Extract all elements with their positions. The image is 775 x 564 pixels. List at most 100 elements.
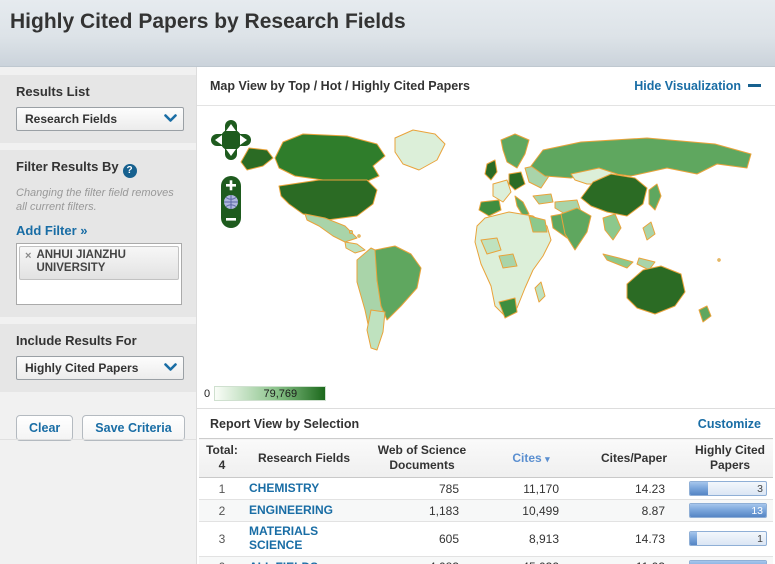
column-header-research-fields[interactable]: Research Fields <box>245 438 363 478</box>
table-row: 0 ALL FIELDS 4,083 45,032 11.03 38 <box>199 555 773 564</box>
add-filter-link[interactable]: Add Filter » <box>16 223 88 238</box>
sidebar-divider <box>0 439 196 440</box>
highly-cited-bar: 3 <box>689 481 767 496</box>
cites-value: 45,032 <box>481 555 581 564</box>
column-header-documents[interactable]: Web of Science Documents <box>363 438 481 478</box>
map-controls <box>211 120 251 228</box>
clear-button[interactable]: Clear <box>16 414 74 441</box>
map-region-canada[interactable] <box>274 133 386 185</box>
include-results-section: Include Results For Highly Cited Papers <box>0 323 196 392</box>
remove-filter-icon[interactable]: × <box>25 250 31 262</box>
map-island-dot <box>357 234 361 238</box>
documents-value: 605 <box>363 521 481 557</box>
highly-cited-value: 13 <box>751 505 763 517</box>
map-view-title: Map View by Top / Hot / Highly Cited Pap… <box>210 79 470 93</box>
map-region-central-america[interactable] <box>344 241 366 254</box>
highly-cited-value: 1 <box>757 533 763 546</box>
filter-label: Filter Results By? <box>16 159 186 178</box>
map-region-madagascar[interactable] <box>534 281 546 303</box>
map-region-usa[interactable] <box>278 179 378 221</box>
cites-value: 10,499 <box>481 499 581 522</box>
filter-chip[interactable]: × ANHUI JIANZHU UNIVERSITY <box>19 245 179 281</box>
column-header-total: Total: 4 <box>199 438 245 478</box>
map-region-scandinavia[interactable] <box>500 133 530 169</box>
field-link[interactable]: CHEMISTRY <box>249 481 319 496</box>
map-zoom-control[interactable] <box>221 176 241 228</box>
filter-section: Filter Results By? Changing the filter f… <box>0 150 196 317</box>
save-criteria-button[interactable]: Save Criteria <box>82 414 185 441</box>
column-header-cites-per-paper[interactable]: Cites/Paper <box>581 438 687 478</box>
sidebar: Results List Research Fields Filter Resu… <box>0 67 197 564</box>
map-region-argentina[interactable] <box>366 309 386 351</box>
filter-note: Changing the filter field removes all cu… <box>16 187 174 214</box>
column-header-cites-sorted[interactable]: Cites ▾ <box>481 438 581 478</box>
cites-per-paper-value: 14.73 <box>581 521 687 557</box>
map-region-new-zealand[interactable] <box>698 305 712 323</box>
world-map-visualization[interactable]: 0 79,769 <box>197 105 775 408</box>
results-list-label: Results List <box>16 84 90 99</box>
map-view-header: Map View by Top / Hot / Highly Cited Pap… <box>197 67 775 105</box>
field-link[interactable]: ENGINEERING <box>249 503 333 518</box>
cites-value: 8,913 <box>481 521 581 557</box>
cites-per-paper-value: 14.23 <box>634 481 665 496</box>
legend-min-value: 0 <box>204 387 211 400</box>
map-region-iberia[interactable] <box>478 199 502 217</box>
map-region-uk[interactable] <box>484 159 498 181</box>
map-region-indochina[interactable] <box>602 213 622 241</box>
map-region-india[interactable] <box>560 207 592 251</box>
report-view-title: Report View by Selection <box>210 416 360 431</box>
page-title: Highly Cited Papers by Research Fields <box>10 10 406 33</box>
chevron-down-icon <box>164 110 177 128</box>
collapse-minus-icon[interactable] <box>748 84 761 87</box>
map-pan-control[interactable] <box>211 120 251 160</box>
hide-visualization-link[interactable]: Hide Visualization <box>634 79 741 93</box>
map-region-south-africa[interactable] <box>498 297 518 319</box>
map-region-turkey[interactable] <box>532 193 554 205</box>
map-region-greenland[interactable] <box>394 129 446 171</box>
map-region-france[interactable] <box>492 179 512 203</box>
map-island-dot <box>349 230 353 234</box>
chevron-down-icon <box>164 359 177 377</box>
highly-cited-value: 3 <box>757 483 763 495</box>
sort-descending-icon: ▾ <box>545 453 550 464</box>
documents-value: 785 <box>438 481 459 496</box>
results-list-selected-value: Research Fields <box>25 112 118 126</box>
column-header-highly-cited[interactable]: Highly Cited Papers <box>687 438 773 478</box>
map-region-brazil[interactable] <box>374 245 422 321</box>
map-region-indonesia[interactable] <box>602 253 634 269</box>
main-panel: Map View by Top / Hot / Highly Cited Pap… <box>197 67 775 564</box>
results-list-select[interactable]: Research Fields <box>16 107 184 131</box>
row-rank: 1 <box>218 481 226 496</box>
documents-value: 4,083 <box>363 555 481 564</box>
help-icon[interactable]: ? <box>122 164 137 178</box>
choropleth-world-map[interactable] <box>199 110 759 375</box>
include-results-select[interactable]: Highly Cited Papers <box>16 355 184 380</box>
highly-cited-bar: 13 <box>689 503 767 518</box>
map-region-japan[interactable] <box>648 183 662 211</box>
table-row: 3 MATERIALS SCIENCE 605 8,913 14.73 1 <box>199 521 773 557</box>
sidebar-buttons: Clear Save Criteria <box>0 399 196 441</box>
results-list-section: Results List Research Fields <box>0 75 196 143</box>
customize-link[interactable]: Customize <box>698 417 761 431</box>
report-table: Total: 4 Research Fields Web of Science D… <box>199 438 773 564</box>
table-row: 2 ENGINEERING 1,183 10,499 8.87 13 <box>199 499 773 522</box>
report-view-header: Report View by Selection Customize <box>197 408 775 438</box>
cites-per-paper-value: 11.03 <box>581 555 687 564</box>
table-header-row: Total: 4 Research Fields Web of Science D… <box>199 438 773 478</box>
app-window: Highly Cited Papers by Research Fields R… <box>0 0 775 564</box>
map-legend: 0 79,769 <box>204 386 327 401</box>
map-region-russia[interactable] <box>530 137 752 179</box>
documents-value: 1,183 <box>363 499 481 522</box>
field-link[interactable]: MATERIALS SCIENCE <box>249 524 359 553</box>
row-rank: 2 <box>199 499 245 522</box>
map-region-australia[interactable] <box>626 265 686 315</box>
filter-chip-label: ANHUI JIANZHU UNIVERSITY <box>36 248 126 275</box>
map-region-philippines[interactable] <box>642 221 656 241</box>
bar-fill <box>690 482 709 495</box>
highly-cited-bar: 1 <box>689 531 767 547</box>
cites-per-paper-value: 8.87 <box>581 499 687 522</box>
bar-fill <box>690 532 697 546</box>
map-island-dot <box>717 258 721 262</box>
cites-value: 11,170 <box>523 481 559 496</box>
map-region-germany[interactable] <box>508 171 526 191</box>
